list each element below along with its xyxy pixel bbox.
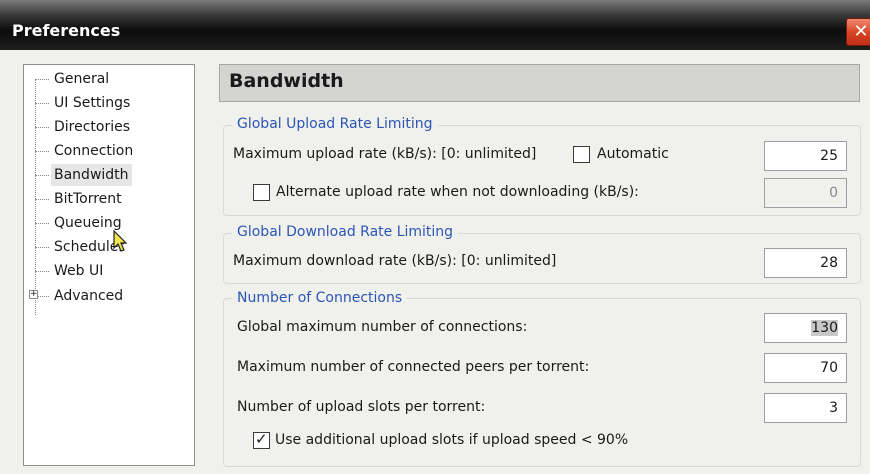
sidebar-item-label: Directories (54, 119, 131, 135)
upload-slots-label: Number of upload slots per torrent: (237, 399, 486, 415)
sidebar-item-label: General (54, 71, 110, 87)
sidebar-item-label: BitTorrent (54, 191, 122, 207)
close-button[interactable]: ✕ (846, 18, 870, 46)
connections-group-title: Number of Connections (232, 290, 408, 306)
sidebar-item-label: Advanced (54, 288, 124, 304)
close-icon: ✕ (853, 21, 869, 42)
max-upload-rate-input[interactable]: 25 (764, 141, 847, 171)
max-download-rate-input[interactable]: 28 (764, 248, 847, 278)
automatic-checkbox[interactable] (573, 146, 590, 163)
sidebar-item-label: Connection (54, 143, 134, 159)
max-download-rate-label: Maximum download rate (kB/s): [0: unlimi… (233, 253, 557, 269)
sidebar-item-label: UI Settings (54, 95, 131, 111)
sidebar-item-label: Bandwidth (51, 164, 132, 186)
max-upload-rate-label: Maximum upload rate (kB/s): [0: unlimite… (233, 146, 537, 162)
upload-slots-input[interactable]: 3 (764, 393, 847, 423)
alternate-upload-rate-input[interactable]: 0 (764, 178, 847, 208)
alternate-upload-label[interactable]: Alternate upload rate when not downloadi… (276, 184, 639, 200)
additional-slots-checkbox[interactable]: ✓ (253, 430, 270, 449)
page-title: Bandwidth (229, 70, 344, 92)
page-title-bar: Bandwidth (219, 64, 860, 102)
upload-group-title: Global Upload Rate Limiting (232, 116, 438, 132)
sidebar-item-label: Web UI (54, 263, 104, 279)
preferences-window: General UI Settings Directories Connecti… (0, 50, 870, 474)
category-tree[interactable]: General UI Settings Directories Connecti… (23, 64, 195, 466)
global-max-connections-input[interactable]: 130 (764, 313, 847, 343)
max-peers-input[interactable]: 70 (764, 353, 847, 383)
selected-text: 130 (811, 320, 838, 336)
global-max-connections-label: Global maximum number of connections: (237, 319, 528, 335)
tree-connector-line (35, 79, 36, 315)
download-group-title: Global Download Rate Limiting (232, 224, 459, 240)
expand-plus-icon[interactable]: + (29, 290, 38, 299)
title-bar[interactable]: Preferences ✕ (0, 0, 870, 50)
window-title: Preferences (12, 21, 121, 40)
checkmark-icon: ✓ (255, 430, 268, 448)
automatic-label[interactable]: Automatic (597, 146, 669, 162)
max-peers-label: Maximum number of connected peers per to… (237, 359, 590, 375)
alternate-upload-checkbox[interactable] (253, 184, 270, 201)
additional-slots-label[interactable]: Use additional upload slots if upload sp… (275, 432, 628, 448)
mouse-cursor-icon (113, 230, 128, 252)
